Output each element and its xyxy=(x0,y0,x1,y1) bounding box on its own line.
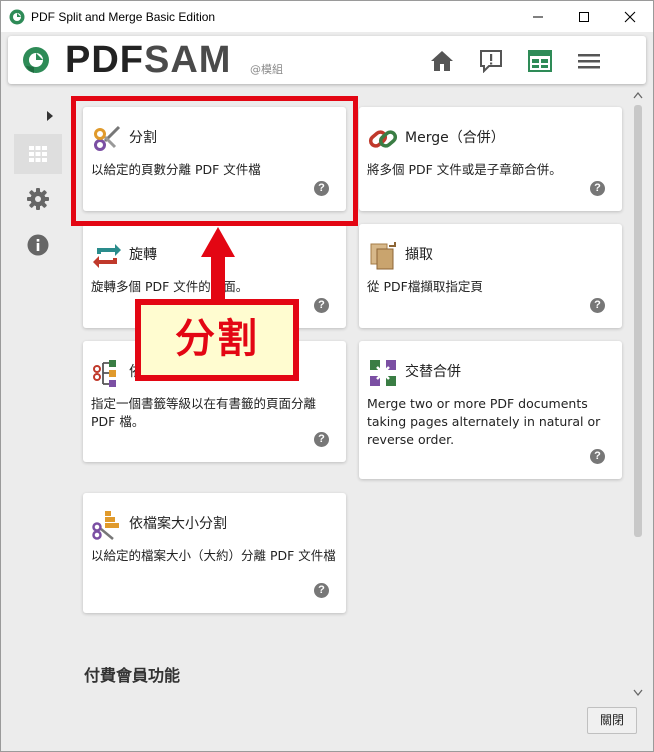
info-icon xyxy=(27,234,49,256)
rotate-arrows-icon xyxy=(93,244,121,268)
module-title: 旋轉 xyxy=(129,247,157,263)
pdfsam-logo-icon xyxy=(23,47,49,73)
scrollbar-thumb[interactable] xyxy=(634,105,642,537)
modules-dashboard-icon xyxy=(528,50,552,72)
home-icon xyxy=(431,51,453,71)
title-bar: PDF Split and Merge Basic Edition xyxy=(1,1,653,32)
alternate-mix-icon xyxy=(370,360,396,386)
close-icon xyxy=(624,11,636,22)
help-icon[interactable]: ? xyxy=(590,449,605,464)
annotation-arrow-icon xyxy=(201,227,235,303)
menu-button[interactable] xyxy=(576,48,602,74)
bookmark-tree-icon xyxy=(93,360,116,387)
pdfsam-app-icon xyxy=(9,9,25,24)
close-window-button[interactable] xyxy=(607,1,653,32)
menu-icon xyxy=(578,54,600,69)
expand-arrow-icon[interactable] xyxy=(44,109,56,123)
app-header: PDFSAM @模組 xyxy=(8,36,646,84)
module-title: Merge（合併） xyxy=(405,130,505,146)
extract-pages-icon xyxy=(370,242,396,270)
module-description: 指定一個書籤等級以在有書籤的頁面分離 PDF 檔。 xyxy=(91,396,317,429)
feedback-button[interactable] xyxy=(478,48,504,74)
premium-section-title: 付費會員功能 xyxy=(84,666,181,685)
help-icon[interactable]: ? xyxy=(590,181,605,196)
pdfsam-logo-text: PDFSAM xyxy=(65,39,232,81)
maximize-icon xyxy=(579,11,589,22)
module-title: 交替合併 xyxy=(405,364,461,380)
scroll-up-arrow-icon[interactable] xyxy=(633,91,643,99)
annotation-callout: 分割 xyxy=(135,299,299,381)
help-icon[interactable]: ? xyxy=(314,432,329,447)
feedback-icon xyxy=(480,50,502,73)
home-button[interactable] xyxy=(429,48,455,74)
module-title: 依檔案大小分割 xyxy=(129,516,227,532)
modules-grid-icon xyxy=(29,146,47,162)
dashboard-button[interactable] xyxy=(527,48,553,74)
minimize-icon xyxy=(533,16,543,17)
module-card-extract[interactable]: 擷取 從 PDF檔擷取指定頁 ? xyxy=(359,224,622,328)
sidebar-modules-button[interactable] xyxy=(14,134,62,174)
module-title: 擷取 xyxy=(405,247,433,263)
help-icon[interactable]: ? xyxy=(314,583,329,598)
app-window: PDF Split and Merge Basic Edition PDFSAM… xyxy=(0,0,654,752)
split-by-size-icon xyxy=(92,511,119,540)
settings-gear-icon xyxy=(27,188,49,210)
window-controls xyxy=(515,1,653,32)
vertical-scrollbar[interactable] xyxy=(632,89,644,701)
watermark-text: @模組 xyxy=(250,63,283,76)
minimize-button[interactable] xyxy=(515,1,561,32)
help-icon[interactable]: ? xyxy=(314,298,329,313)
close-app-button[interactable]: 關閉 xyxy=(587,707,637,734)
maximize-button[interactable] xyxy=(561,1,607,32)
chain-link-icon xyxy=(368,130,398,148)
scroll-down-arrow-icon[interactable] xyxy=(633,689,643,697)
module-card-alternate-mix[interactable]: 交替合併 Merge two or more PDF documents tak… xyxy=(359,341,622,479)
module-card-merge[interactable]: Merge（合併） 將多個 PDF 文件或是子章節合併。 ? xyxy=(359,107,622,211)
info-button[interactable] xyxy=(25,232,51,258)
module-description: 以給定的檔案大小（大約）分離 PDF 文件檔 xyxy=(91,548,336,563)
module-description: 將多個 PDF 文件或是子章節合併。 xyxy=(367,162,562,177)
annotation-highlight-box xyxy=(71,96,358,226)
settings-button[interactable] xyxy=(25,186,51,212)
help-icon[interactable]: ? xyxy=(590,298,605,313)
module-description: 從 PDF檔擷取指定頁 xyxy=(367,279,483,294)
module-card-split-by-size[interactable]: 依檔案大小分割 以給定的檔案大小（大約）分離 PDF 文件檔 ? xyxy=(83,493,346,613)
window-title: PDF Split and Merge Basic Edition xyxy=(31,9,216,24)
module-description: Merge two or more PDF documents taking p… xyxy=(367,396,601,447)
